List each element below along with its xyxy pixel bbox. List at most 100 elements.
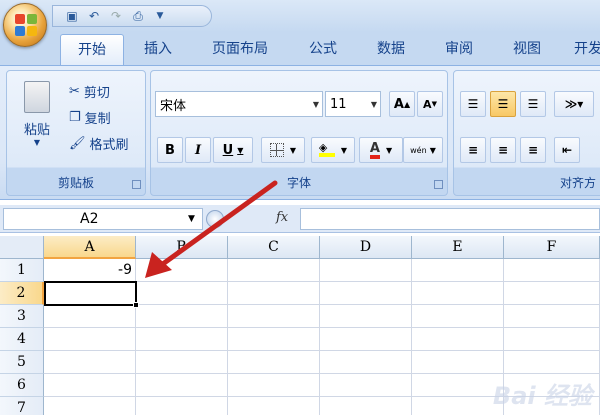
tab-insert[interactable]: 插入 [132,34,184,65]
cell[interactable] [320,374,412,397]
row-header-3[interactable]: 3 [0,305,44,328]
font-name-select[interactable]: 宋体 ▼ [155,91,323,117]
grow-font-button[interactable]: A ▲ [389,91,415,117]
save-icon[interactable]: ▣ [63,7,81,25]
column-header-e[interactable]: E [412,236,504,259]
cell[interactable] [228,305,320,328]
cell[interactable] [44,328,136,351]
decrease-indent-button[interactable]: ⇤ [554,137,580,163]
cell[interactable] [412,374,504,397]
tab-formulas[interactable]: 公式 [298,34,348,65]
select-all-button[interactable] [0,236,44,259]
tab-page-layout[interactable]: 页面布局 [200,34,280,65]
cell[interactable] [320,397,412,415]
paste-button[interactable]: 粘贴 ▼ [11,79,63,169]
cell[interactable] [136,259,228,282]
cut-button[interactable]: ✂ 剪切 [69,79,110,103]
borders-button[interactable]: ▼ [261,137,305,163]
cell[interactable] [136,351,228,374]
formula-input[interactable] [300,208,600,230]
cell[interactable] [320,259,412,282]
clipboard-dialog-launcher[interactable] [132,180,141,189]
cell[interactable] [136,282,228,305]
ribbon: 粘贴 ▼ ✂ 剪切 ❐ 复制 🖌 格式刷 剪贴板 宋体 ▼ 11 ▼ A ▲ A ▼ B … [0,65,600,200]
cell[interactable] [228,374,320,397]
cell[interactable] [136,374,228,397]
cell[interactable] [44,351,136,374]
tab-review[interactable]: 审阅 [434,34,484,65]
undo-icon[interactable]: ↶ [85,7,103,25]
format-painter-button[interactable]: 🖌 格式刷 [69,131,129,155]
cell[interactable] [320,328,412,351]
fill-handle[interactable] [133,302,139,308]
cell[interactable] [504,282,600,305]
cell[interactable] [504,328,600,351]
column-header-a[interactable]: A [44,236,136,259]
font-size-select[interactable]: 11 ▼ [325,91,381,117]
cell[interactable] [320,305,412,328]
align-bottom-button[interactable]: ☰ [520,91,546,117]
tab-view[interactable]: 视图 [502,34,552,65]
cell[interactable] [412,259,504,282]
cell[interactable] [412,328,504,351]
active-cell-a2[interactable] [44,281,137,306]
cell[interactable] [228,397,320,415]
cell[interactable] [320,282,412,305]
row-header-7[interactable]: 7 [0,397,44,415]
align-middle-button[interactable]: ☰ [490,91,516,117]
column-header-f[interactable]: F [504,236,600,259]
cell[interactable] [228,259,320,282]
column-header-c[interactable]: C [228,236,320,259]
row-header-4[interactable]: 4 [0,328,44,351]
font-dialog-launcher[interactable] [434,180,443,189]
bold-button[interactable]: B [157,137,183,163]
cell[interactable] [412,282,504,305]
tab-home[interactable]: 开始 [60,34,124,65]
cell[interactable] [44,305,136,328]
align-right-button[interactable]: ≡ [520,137,546,163]
column-header-b[interactable]: B [136,236,228,259]
cell[interactable] [136,328,228,351]
cell[interactable] [412,397,504,415]
phonetic-guide-button[interactable]: wén ▼ [403,137,443,163]
cell[interactable] [504,259,600,282]
copy-button[interactable]: ❐ 复制 [69,105,111,129]
align-left-button[interactable]: ≡ [460,137,486,163]
row-header-6[interactable]: 6 [0,374,44,397]
insert-function-button[interactable]: fx [276,210,296,228]
office-logo-icon [15,14,37,36]
shrink-font-button[interactable]: A ▼ [417,91,443,117]
formula-splitter[interactable] [206,210,224,228]
fill-color-button[interactable]: ◈ ▼ [311,137,355,163]
row-header-2[interactable]: 2 [0,282,44,305]
align-top-button[interactable]: ☰ [460,91,486,117]
orientation-button[interactable]: ≫▾ [554,91,594,117]
row-header-1[interactable]: 1 [0,259,44,282]
cell[interactable] [228,282,320,305]
column-header-d[interactable]: D [320,236,412,259]
row-header-5[interactable]: 5 [0,351,44,374]
customize-toolbar-icon[interactable]: ▼ [151,7,169,25]
cell[interactable] [412,305,504,328]
redo-icon[interactable]: ↷ [107,7,125,25]
italic-button[interactable]: I [185,137,211,163]
cell-a1[interactable]: -9 [44,259,136,281]
cell[interactable] [504,351,600,374]
cell[interactable] [412,351,504,374]
cell[interactable] [504,305,600,328]
tab-developer[interactable]: 开发 [568,34,600,65]
cell[interactable] [320,351,412,374]
underline-button[interactable]: U ▼ [213,137,253,163]
align-center-button[interactable]: ≡ [490,137,516,163]
cell[interactable] [44,374,136,397]
cell[interactable] [228,351,320,374]
cell[interactable] [44,397,136,415]
cell[interactable] [228,328,320,351]
name-box[interactable]: A2 ▼ [3,208,203,230]
office-button[interactable] [3,3,47,47]
cell[interactable] [136,397,228,415]
print-preview-icon[interactable]: ⎙ [129,7,147,25]
tab-data[interactable]: 数据 [366,34,416,65]
cell[interactable] [136,305,228,328]
font-color-button[interactable]: A ▼ [359,137,403,163]
